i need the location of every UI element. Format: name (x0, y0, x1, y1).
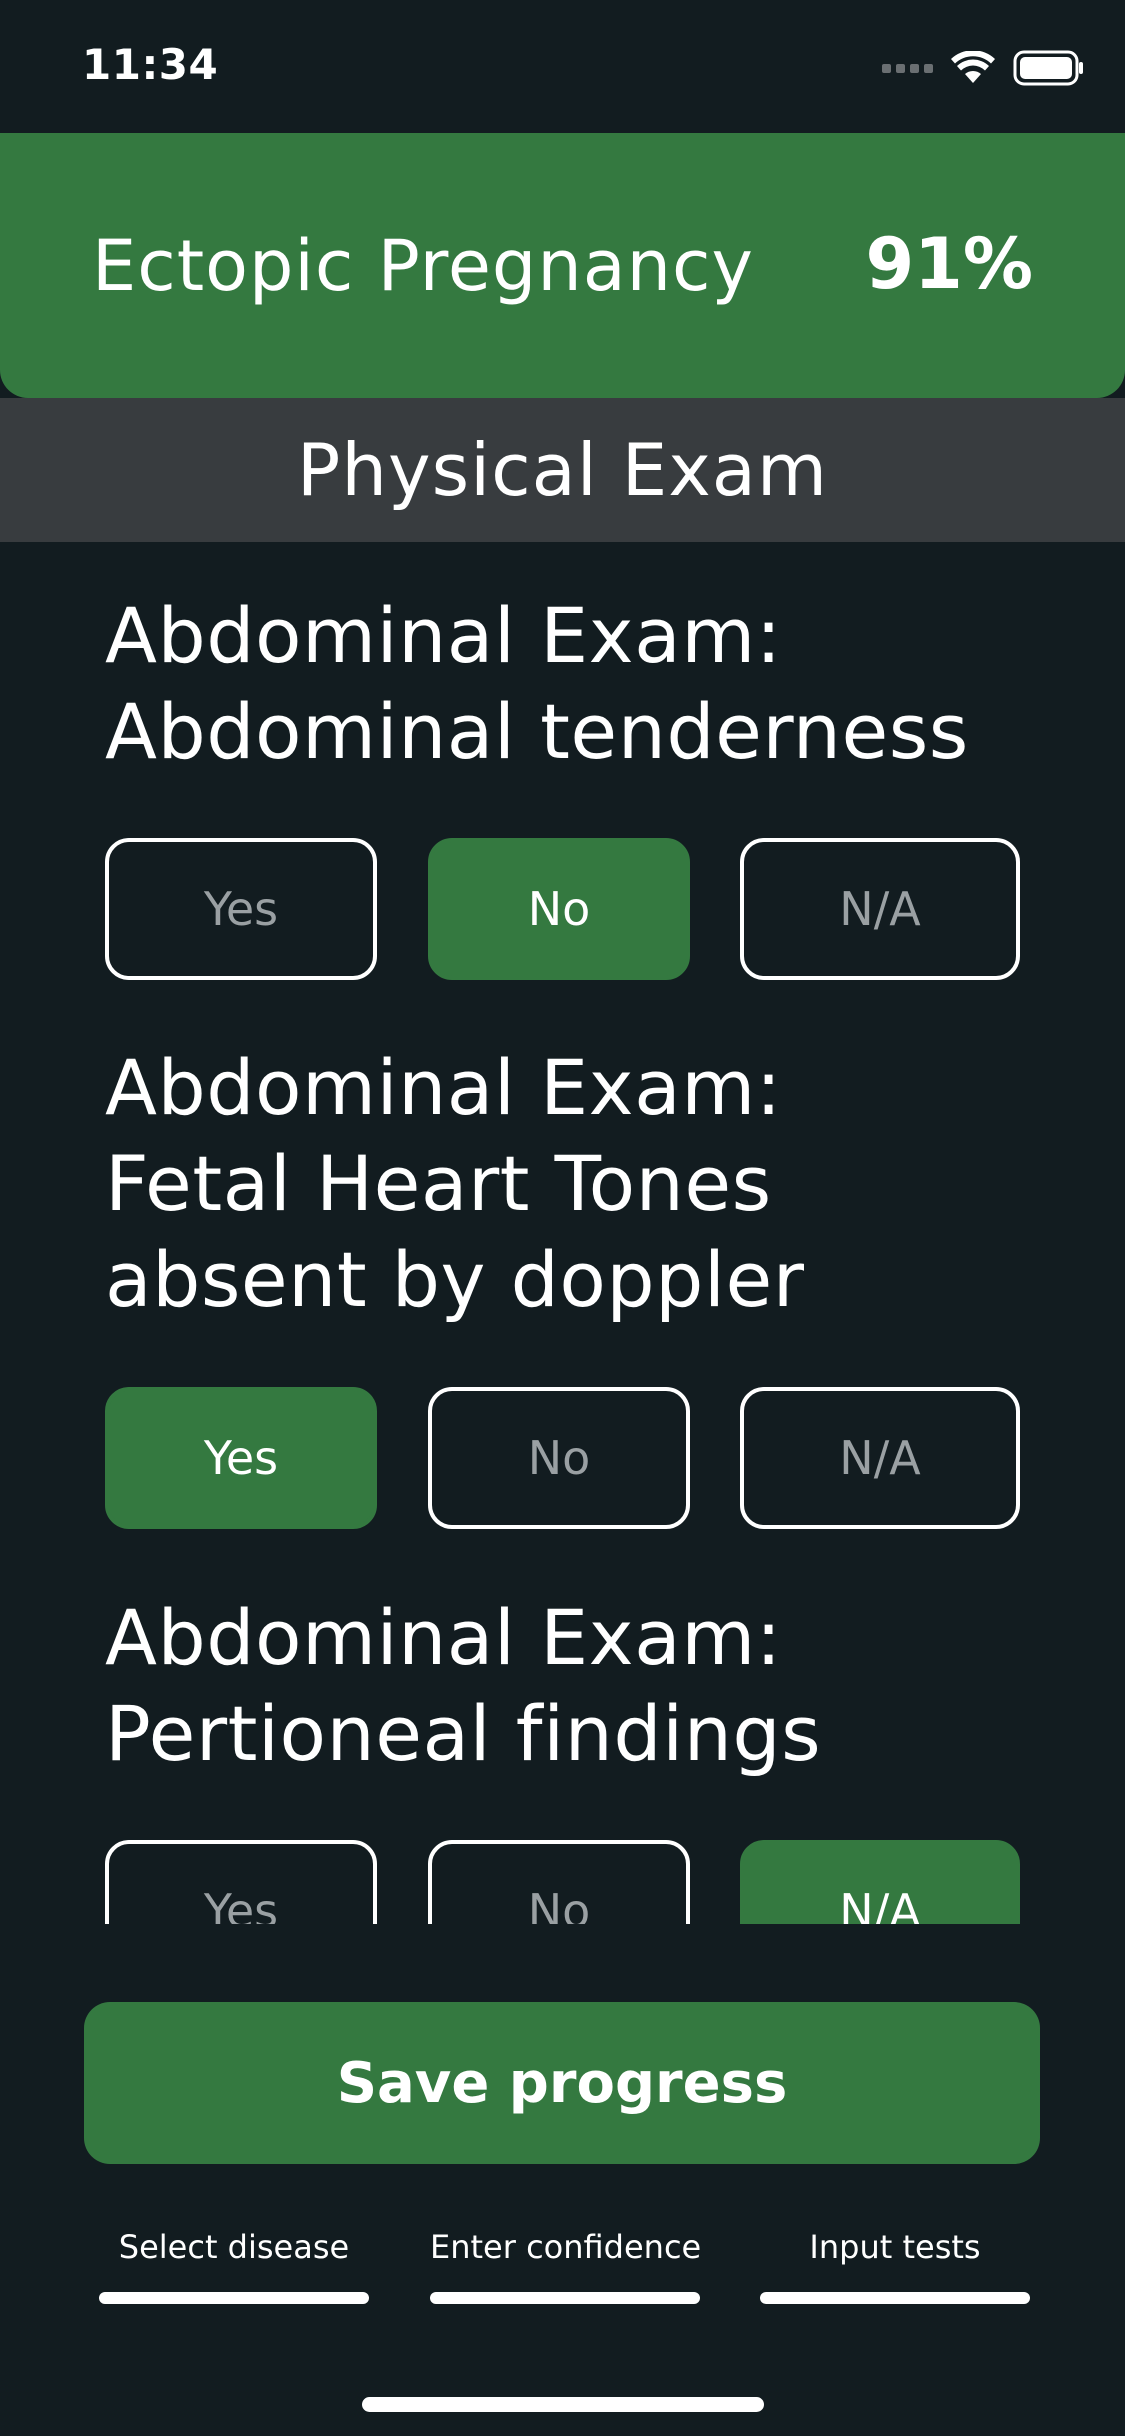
step-label: Input tests (809, 2228, 981, 2266)
question-text-line: Abdominal tenderness (105, 687, 969, 776)
question-item: Abdominal Exam: Fetal Heart Tones absent… (105, 1040, 1055, 1328)
home-indicator[interactable] (362, 2397, 764, 2412)
disease-title: Ectopic Pregnancy (92, 225, 754, 307)
step-label: Select disease (118, 2228, 350, 2266)
status-time: 11:34 (82, 40, 219, 89)
option-na-button[interactable]: N/A (740, 1840, 1020, 1924)
question-text-line: Fetal Heart Tones (105, 1139, 772, 1228)
question-item: Abdominal Exam: Pertioneal findings (105, 1590, 1055, 1782)
question-text-line: Abdominal Exam: (105, 591, 782, 680)
save-progress-button[interactable]: Save progress (84, 2002, 1040, 2164)
battery-icon (1013, 50, 1083, 86)
option-na-button[interactable]: N/A (740, 838, 1020, 980)
option-na-button[interactable]: N/A (740, 1387, 1020, 1529)
section-header: Physical Exam (0, 398, 1125, 542)
question-list[interactable]: Abdominal Exam: Abdominal tenderness Yes… (0, 542, 1125, 1924)
step-label: Enter confidence (430, 2228, 702, 2266)
question-text-line: absent by doppler (105, 1235, 805, 1324)
disease-header: Ectopic Pregnancy 91% (0, 133, 1125, 398)
step-indicator (760, 2292, 1030, 2304)
step-enter-confidence[interactable]: Enter confidence (430, 2228, 702, 2304)
option-yes-button[interactable]: Yes (105, 1840, 377, 1924)
option-no-button[interactable]: No (428, 1840, 690, 1924)
step-indicator (99, 2292, 369, 2304)
wifi-icon (951, 51, 995, 83)
status-icons (882, 48, 1085, 88)
question-text-line: Abdominal Exam: (105, 1593, 782, 1682)
question-text-line: Abdominal Exam: (105, 1043, 782, 1132)
step-input-tests[interactable]: Input tests (760, 2228, 1030, 2304)
option-no-button[interactable]: No (428, 1387, 690, 1529)
question-text-line: Pertioneal findings (105, 1689, 822, 1778)
screen: 11:34 Ectopic Pregnancy 91% Physical Exa… (0, 0, 1125, 2436)
step-select-disease[interactable]: Select disease (99, 2228, 369, 2304)
option-yes-button[interactable]: Yes (105, 1387, 377, 1529)
question-item: Abdominal Exam: Abdominal tenderness (105, 588, 1055, 780)
confidence-percent: 91% (865, 223, 1033, 305)
option-no-button[interactable]: No (428, 838, 690, 980)
status-bar: 11:34 (0, 0, 1125, 133)
step-indicator (430, 2292, 700, 2304)
cellular-signal-icon (882, 63, 933, 73)
section-title: Physical Exam (296, 428, 829, 512)
option-yes-button[interactable]: Yes (105, 838, 377, 980)
